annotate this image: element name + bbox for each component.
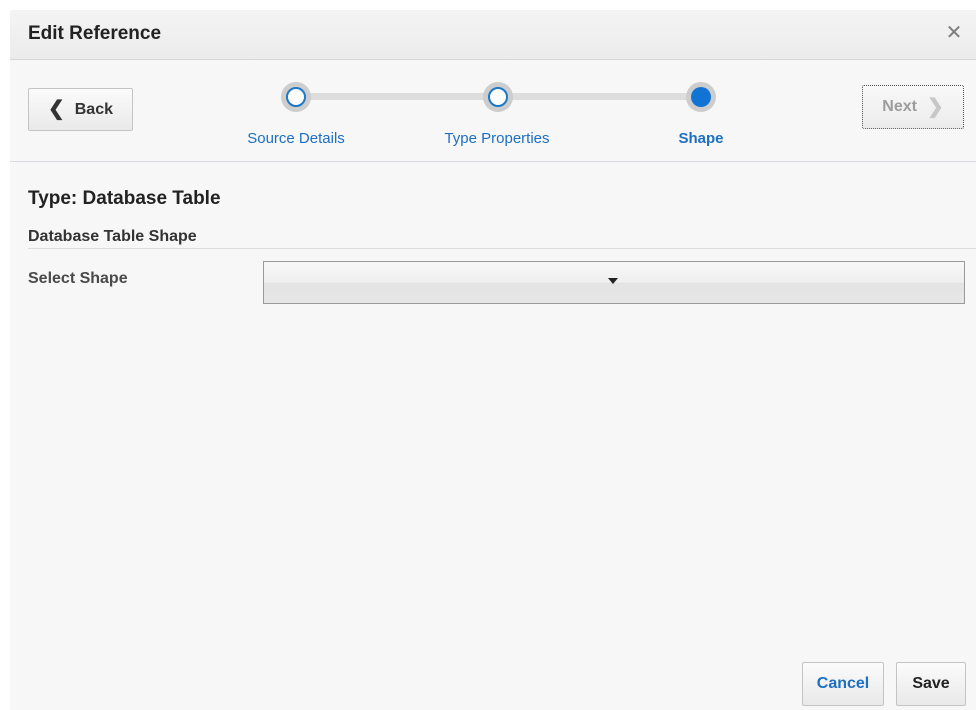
visited-stop-icon xyxy=(488,87,508,107)
dialog-titlebar: Edit Reference ✕ xyxy=(10,10,976,60)
back-button-label: Back xyxy=(74,100,113,118)
dialog-title: Edit Reference xyxy=(28,23,162,44)
train-stop-label-shape: Shape xyxy=(678,130,724,147)
next-button[interactable]: Next ❯ xyxy=(862,85,964,129)
edit-reference-dialog: Edit Reference ✕ ❮ Back Source Details T… xyxy=(10,10,976,710)
train-stop-label-source-details[interactable]: Source Details xyxy=(247,130,345,147)
train-stop-shape[interactable] xyxy=(686,82,716,112)
chevron-left-icon: ❮ xyxy=(47,98,65,120)
close-icon[interactable]: ✕ xyxy=(944,23,964,43)
back-button[interactable]: ❮ Back xyxy=(28,88,133,131)
select-shape-dropdown[interactable] xyxy=(263,261,965,304)
select-shape-label: Select Shape xyxy=(28,270,128,287)
train-stop-type-properties[interactable] xyxy=(483,82,513,112)
dropdown-arrow-icon xyxy=(608,278,618,284)
current-stop-icon xyxy=(691,87,711,107)
visited-stop-icon xyxy=(286,87,306,107)
section-heading: Database Table Shape xyxy=(28,228,197,245)
train-stop-label-type-properties[interactable]: Type Properties xyxy=(444,130,549,147)
section-divider xyxy=(28,248,976,249)
next-button-label: Next xyxy=(882,98,917,115)
save-button[interactable]: Save xyxy=(896,662,966,706)
chevron-right-icon: ❯ xyxy=(926,95,944,118)
type-heading: Type: Database Table xyxy=(28,188,221,209)
cancel-button[interactable]: Cancel xyxy=(802,662,884,706)
train-stop-source-details[interactable] xyxy=(281,82,311,112)
wizard-train: ❮ Back Source Details Type Properties Sh… xyxy=(10,60,976,162)
